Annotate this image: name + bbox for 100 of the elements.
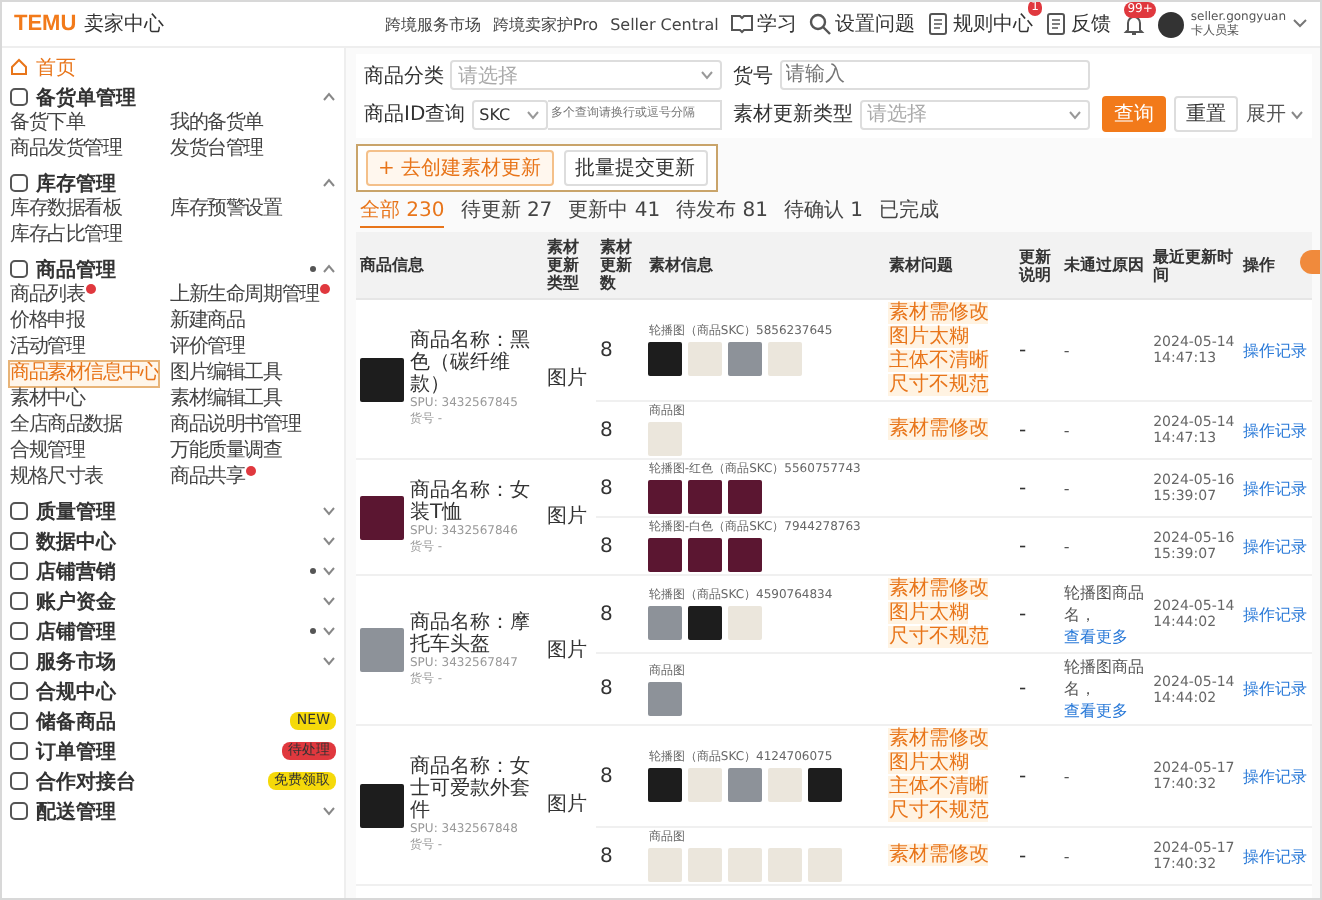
menu-item[interactable]: 价格申报 [10, 310, 85, 334]
menu-item[interactable]: 备货下单 [10, 112, 85, 136]
square-icon [10, 260, 28, 278]
menu-section[interactable]: 服务市场 [36, 647, 116, 675]
issue-tag: 素材需修改 [888, 302, 989, 324]
table-cell: 图片 [547, 794, 588, 816]
table-cell: 8 [600, 845, 613, 867]
operation-log-link[interactable]: 操作记录 [1242, 605, 1307, 623]
square-icon [10, 772, 28, 790]
operation-log-link[interactable]: 操作记录 [1242, 341, 1307, 359]
menu-item[interactable]: 库存占比管理 [10, 224, 122, 248]
menu-item[interactable]: 万能质量调查 [170, 440, 282, 464]
column-header: 商品信息 [356, 232, 544, 299]
operation-log-link[interactable]: 操作记录 [1242, 767, 1307, 785]
search-icon [808, 12, 833, 36]
menu-section[interactable]: 合规中心 [36, 677, 116, 705]
menu-section[interactable]: 质量管理 [36, 497, 116, 525]
tool-link[interactable]: 设置问题 [834, 10, 915, 38]
field-label: 素材更新类型 [733, 101, 853, 128]
input-field[interactable]: 请输入 [779, 60, 1090, 90]
tool-link[interactable]: 规则中心 [952, 10, 1033, 38]
menu-item[interactable]: 商品发货管理 [10, 138, 122, 162]
column-header: 最近更新时间 [1149, 232, 1239, 299]
menu-item[interactable]: 商品说明书管理 [170, 414, 301, 438]
menu-item[interactable]: 商品共享 [170, 466, 245, 490]
reset-button[interactable]: 重置 [1174, 96, 1238, 132]
table-cell: 轮播图商品名， 查看更多 [1063, 658, 1144, 720]
menu-item[interactable]: 库存数据看板 [10, 198, 122, 222]
menu-item[interactable]: 发货台管理 [170, 138, 264, 162]
menu-item[interactable]: 评价管理 [170, 336, 245, 360]
book-icon [730, 12, 755, 36]
nav-link[interactable]: Seller Central [610, 15, 719, 33]
operation-log-link[interactable]: 操作记录 [1242, 537, 1307, 555]
nav-link[interactable]: 跨境服务市场 [384, 13, 481, 35]
nav-link[interactable]: 跨境卖家护Pro [492, 13, 599, 35]
column-header: 素材问题 [884, 232, 1015, 299]
menu-section[interactable]: 储备商品 [36, 707, 116, 735]
tool-link[interactable]: 反馈 [1070, 10, 1111, 38]
column-header: 素材信息 [644, 232, 885, 299]
menu-section[interactable]: 配送管理 [36, 797, 116, 825]
menu-section[interactable]: 店铺管理 [36, 617, 116, 645]
chevron-icon [1290, 109, 1304, 119]
app-title: 卖家中心 [84, 11, 165, 38]
menu-item[interactable]: 上新生命周期管理 [170, 284, 319, 308]
issue-tag: 素材需修改 [888, 418, 989, 440]
menu-section[interactable]: 店铺营销 [36, 557, 116, 585]
menu-item[interactable]: 素材编辑工具 [170, 388, 282, 412]
field-label: 货号 [733, 63, 773, 89]
menu-section[interactable]: 备货单管理 [36, 83, 136, 111]
menu-section[interactable]: 商品管理 [36, 255, 116, 283]
tab[interactable]: 已完成 [879, 196, 940, 228]
document-icon [926, 12, 951, 36]
operation-log-link[interactable]: 操作记录 [1242, 680, 1307, 698]
square-icon [10, 562, 28, 580]
operation-log-link[interactable]: 操作记录 [1242, 479, 1307, 497]
issue-tag: 主体不清晰 [888, 776, 989, 798]
chevron-icon [525, 109, 540, 119]
tab[interactable]: 更新中 41 [568, 196, 661, 228]
tool-link[interactable]: 学习 [756, 10, 797, 38]
chevron-icon [699, 70, 713, 80]
table-cell: 8 [600, 678, 613, 700]
table-cell: - [1018, 765, 1027, 787]
table-cell: - [1063, 537, 1070, 555]
table-cell: - [1063, 847, 1070, 865]
menu-item[interactable]: 活动管理 [10, 336, 85, 360]
operation-log-link[interactable]: 操作记录 [1242, 421, 1307, 439]
menu-item[interactable]: 新建商品 [170, 310, 245, 334]
avatar[interactable] [1158, 11, 1185, 37]
menu-item[interactable]: 我的备货单 [170, 112, 264, 136]
menu-item[interactable]: 图片编辑工具 [170, 362, 282, 386]
menu-item[interactable]: 全店商品数据 [10, 414, 122, 438]
menu-section[interactable]: 订单管理 [36, 737, 116, 765]
menu-item[interactable]: 商品列表 [10, 284, 85, 308]
tab[interactable]: 待更新 27 [460, 196, 553, 228]
menu-section[interactable]: 合作对接台 [36, 767, 136, 795]
table-cell: 图片 [547, 506, 588, 528]
view-more-link[interactable]: 查看更多 [1063, 627, 1128, 645]
tab[interactable]: 待确认 1 [783, 196, 864, 228]
menu-item[interactable]: 合规管理 [10, 440, 85, 464]
dropdown[interactable]: SKC [471, 99, 548, 129]
square-icon [10, 502, 28, 520]
table-cell: - [1018, 603, 1027, 625]
caret-icon [1292, 18, 1308, 30]
menu-section[interactable]: 库存管理 [36, 169, 116, 197]
menu-item[interactable]: 规格尺寸表 [10, 466, 104, 490]
menu-section[interactable]: 账户资金 [36, 587, 116, 615]
tab[interactable]: 待发布 81 [676, 196, 768, 228]
field-label: 商品ID查询 [364, 101, 466, 128]
view-more-link[interactable]: 查看更多 [1063, 702, 1128, 720]
column-header: 素材更新数 [596, 232, 645, 299]
menu-section[interactable]: 数据中心 [36, 527, 116, 555]
menu-item[interactable]: 库存预警设置 [170, 198, 282, 222]
action-button[interactable]: 批量提交更新 [563, 150, 708, 186]
product-name: 商品名称：女士可爱款外套件 [410, 756, 532, 822]
menu-item[interactable]: 素材中心 [10, 388, 85, 412]
operation-log-link[interactable]: 操作记录 [1242, 847, 1307, 865]
table-cell: - [1063, 767, 1070, 785]
expand-link[interactable]: 展开 [1246, 100, 1304, 128]
table-cell: 轮播图商品名， 查看更多 [1063, 583, 1144, 645]
issue-tag: 尺寸不规范 [888, 800, 989, 822]
